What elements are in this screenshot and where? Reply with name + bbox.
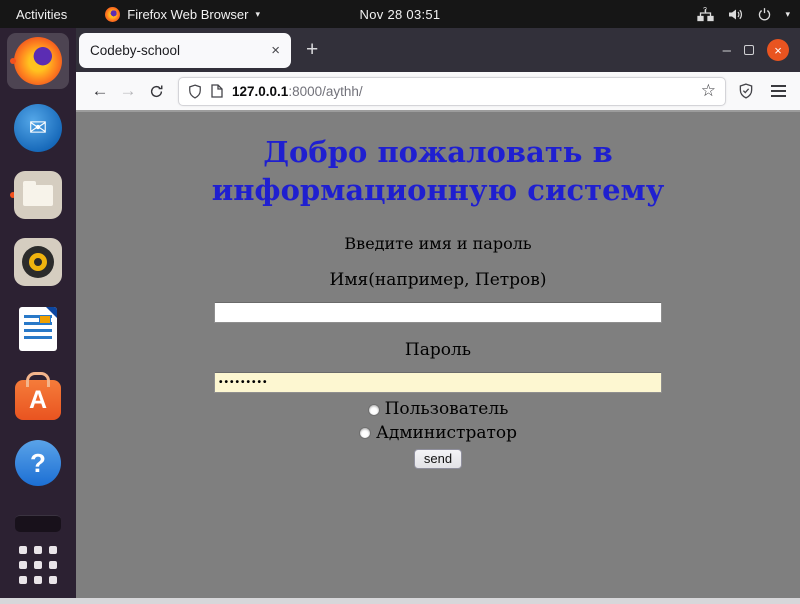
tab-close-icon[interactable]: × bbox=[271, 43, 280, 58]
bookmark-star-icon[interactable]: ☆ bbox=[701, 81, 716, 101]
firefox-icon bbox=[14, 37, 62, 85]
app-menu[interactable]: Firefox Web Browser ▾ bbox=[105, 7, 260, 22]
url-host: 127.0.0.1 bbox=[232, 84, 288, 99]
radio-button-icon[interactable] bbox=[359, 427, 371, 439]
clock[interactable]: Nov 28 03:51 bbox=[360, 7, 441, 22]
window-controls: – × bbox=[723, 39, 789, 61]
thunderbird-icon: ✉ bbox=[14, 104, 62, 152]
dock-item-rhythmbox[interactable] bbox=[7, 234, 69, 290]
address-bar[interactable]: 127.0.0.1:8000/aythh/ ☆ bbox=[178, 77, 726, 106]
url-path: :8000/aythh/ bbox=[288, 84, 362, 99]
reload-button[interactable] bbox=[142, 84, 170, 99]
dock-item-files[interactable] bbox=[7, 167, 69, 223]
svg-text:?: ? bbox=[704, 7, 708, 14]
libreoffice-writer-icon bbox=[19, 307, 57, 351]
forward-button: → bbox=[114, 81, 142, 101]
password-label: Пароль bbox=[76, 340, 800, 360]
window-bottom-edge bbox=[0, 598, 800, 604]
name-label: Имя(например, Петров) bbox=[76, 270, 800, 290]
activities-button[interactable]: Activities bbox=[16, 7, 67, 22]
role-user-label: Пользователь bbox=[385, 400, 509, 419]
role-option-user[interactable]: Пользователь bbox=[76, 400, 800, 419]
volume-icon bbox=[727, 7, 744, 22]
page-content: Добро пожаловать в информационную систем… bbox=[76, 112, 800, 598]
tab-title: Codeby-school bbox=[90, 43, 180, 58]
password-input[interactable] bbox=[214, 372, 662, 393]
dock-item-firefox[interactable] bbox=[7, 33, 69, 89]
instruction-text: Введите имя и пароль bbox=[76, 234, 800, 253]
back-button[interactable]: ← bbox=[86, 81, 114, 101]
system-tray[interactable]: ? ▾ bbox=[697, 7, 790, 22]
page-info-icon[interactable] bbox=[211, 84, 223, 98]
radio-button-icon[interactable] bbox=[368, 404, 380, 416]
dock-item-ubuntu-software[interactable]: A bbox=[7, 368, 69, 424]
system-top-bar: Activities Firefox Web Browser ▾ Nov 28 … bbox=[0, 0, 800, 28]
restore-button[interactable] bbox=[744, 45, 754, 55]
send-button[interactable]: send bbox=[414, 449, 462, 469]
tab-bar: Codeby-school × + – × bbox=[76, 28, 800, 72]
menu-hamburger-icon[interactable] bbox=[771, 85, 786, 97]
new-tab-button[interactable]: + bbox=[306, 38, 318, 62]
shield-icon[interactable] bbox=[188, 84, 202, 99]
url-text[interactable]: 127.0.0.1:8000/aythh/ bbox=[232, 84, 363, 99]
shield-check-icon[interactable] bbox=[738, 83, 754, 99]
rhythmbox-icon bbox=[14, 238, 62, 286]
dock-item-partial[interactable] bbox=[15, 515, 61, 532]
files-icon bbox=[14, 171, 62, 219]
network-icon: ? bbox=[697, 7, 714, 22]
show-applications-button[interactable] bbox=[19, 546, 57, 584]
navigation-toolbar: ← → 127.0.0.1:8000/aythh/ ☆ bbox=[76, 72, 800, 112]
role-admin-label: Администратор bbox=[376, 424, 517, 443]
minimize-button[interactable]: – bbox=[723, 43, 731, 58]
dock-item-help[interactable]: ? bbox=[7, 435, 69, 491]
dock-item-libreoffice-writer[interactable] bbox=[7, 301, 69, 357]
dock-item-thunderbird[interactable]: ✉ bbox=[7, 100, 69, 156]
help-icon: ? bbox=[15, 440, 61, 486]
running-indicator bbox=[10, 58, 16, 64]
menu-caret-icon: ▾ bbox=[785, 9, 790, 20]
tab-codeby-school[interactable]: Codeby-school × bbox=[79, 33, 291, 68]
firefox-window: Codeby-school × + – × ← → bbox=[76, 28, 800, 598]
firefox-icon bbox=[105, 7, 120, 22]
ubuntu-software-icon: A bbox=[15, 380, 61, 420]
name-input[interactable] bbox=[214, 302, 662, 323]
page-title: Добро пожаловать в информационную систем… bbox=[128, 134, 748, 209]
power-icon bbox=[757, 7, 772, 22]
app-menu-label: Firefox Web Browser bbox=[127, 7, 248, 22]
ubuntu-dock: ✉ A ? bbox=[0, 28, 76, 598]
close-button[interactable]: × bbox=[767, 39, 789, 61]
role-option-admin[interactable]: Администратор bbox=[76, 424, 800, 443]
chevron-down-icon: ▾ bbox=[255, 9, 260, 20]
